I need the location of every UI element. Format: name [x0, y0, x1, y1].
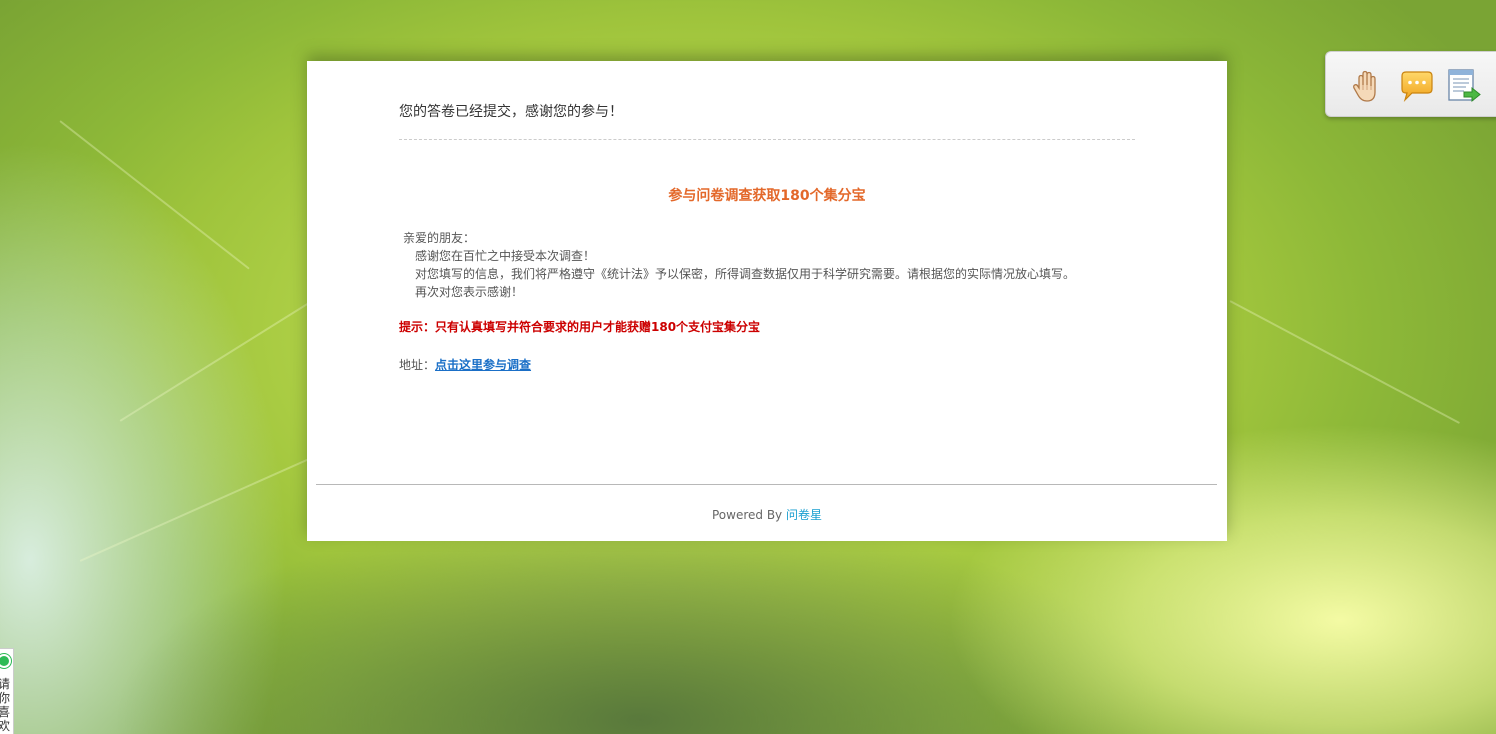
- powered-by-footer: Powered By 问卷星: [307, 506, 1227, 523]
- promo-body-line: 感谢您在百忙之中接受本次调查！: [415, 249, 596, 263]
- dashed-divider: [399, 139, 1135, 140]
- survey-link[interactable]: 点击这里参与调查: [435, 358, 531, 372]
- side-widget-text: 请你喜欢: [0, 677, 12, 733]
- address-label: 地址：: [399, 358, 436, 372]
- promo-body-line: 对您填写的信息，我们将严格遵守《统计法》予以保密，所得调查数据仅用于科学研究需要…: [415, 267, 1076, 281]
- chat-bubble-icon[interactable]: [1396, 66, 1436, 106]
- background-leaf-vein: [1229, 300, 1461, 424]
- powered-by-label: Powered By: [711, 508, 783, 522]
- tip-text: 提示：只有认真填写并符合要求的用户才能获赠180个支付宝集分宝: [399, 320, 761, 334]
- hand-icon[interactable]: [1346, 66, 1386, 106]
- promo-title: 参与问卷调查获取180个集分宝: [668, 188, 866, 204]
- promo-body-line: 再次对您表示感谢！: [415, 285, 524, 299]
- background-leaf-vein: [59, 120, 250, 270]
- survey-complete-card: 您的答卷已经提交，感谢您的参与！ 参与问卷调查获取180个集分宝 亲爱的朋友： …: [307, 61, 1227, 541]
- brand-link[interactable]: 问卷星: [786, 508, 822, 522]
- submission-confirmation-text: 您的答卷已经提交，感谢您的参与！: [399, 104, 623, 120]
- status-dot-icon: [0, 654, 11, 668]
- floating-toolbar: [1325, 51, 1496, 117]
- footer-divider: [316, 484, 1217, 485]
- address-row: 地址：点击这里参与调查: [399, 356, 531, 373]
- side-feedback-widget[interactable]: 请你喜欢: [0, 648, 14, 734]
- promo-body: 感谢您在百忙之中接受本次调查！ 对您填写的信息，我们将严格遵守《统计法》予以保密…: [415, 247, 1075, 301]
- export-document-icon[interactable]: [1444, 66, 1484, 106]
- greeting-text: 亲爱的朋友：: [403, 231, 476, 245]
